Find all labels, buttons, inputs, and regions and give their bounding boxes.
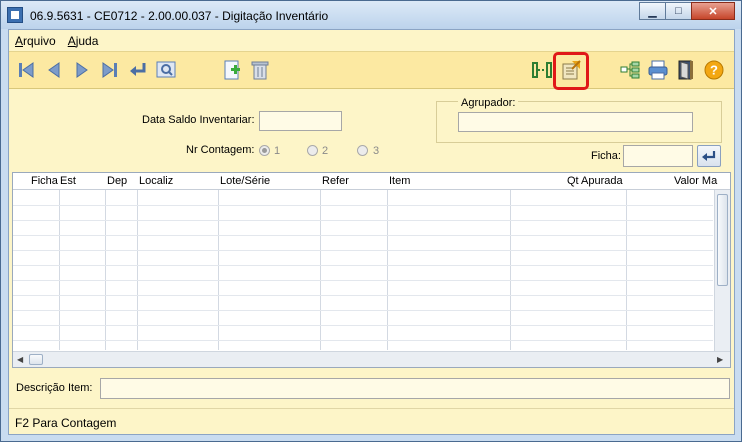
new-record-icon[interactable] [219,57,245,83]
help-icon[interactable]: ? [701,57,727,83]
contagem-option-2: 2 [322,145,329,157]
menu-bar: Arquivo Ajuda [9,30,734,51]
contagem-option-1: 1 [274,145,281,157]
descricao-input[interactable] [100,378,730,399]
status-text: F2 Para Contagem [15,416,117,430]
enter-icon [702,151,716,161]
vertical-scroll-thumb[interactable] [717,194,728,286]
grid-hline [13,235,713,236]
grid-vline [59,190,60,350]
status-bar: F2 Para Contagem [9,408,734,434]
grid-hline [13,325,713,326]
maximize-button[interactable]: □ [665,2,692,20]
menu-ajuda[interactable]: Ajuda [62,30,105,51]
print-icon[interactable] [645,57,671,83]
grid-horizontal-scrollbar[interactable]: ◀ ▶ [13,351,730,367]
window-controls: ▁ □ ✕ [639,2,735,20]
col-ficha[interactable]: Ficha [31,175,58,187]
grid-vline [626,190,627,350]
link-icon[interactable] [529,57,555,83]
grid-hline [13,205,713,206]
contagem-radio-1[interactable] [259,145,270,156]
last-record-icon[interactable] [97,57,123,83]
grid-vline [137,190,138,350]
grid-hline [13,340,713,341]
scroll-left-icon[interactable]: ◀ [17,355,23,364]
agrupador-input[interactable] [458,112,693,132]
toolbar: ? [9,51,734,90]
data-saldo-input[interactable] [259,111,342,131]
agrupador-label: Agrupador: [458,97,519,109]
col-item[interactable]: Item [389,175,410,187]
svg-text:?: ? [710,63,718,78]
grid-header: Ficha Est Dep Localiz Lote/Série Refer I… [13,173,730,190]
data-saldo-label: Data Saldo Inventariar: [142,114,255,126]
grid-hline [13,280,713,281]
col-est[interactable]: Est [60,175,76,187]
title-bar: 06.9.5631 - CE0712 - 2.00.00.037 - Digit… [1,1,741,29]
grid-vline [387,190,388,350]
col-dep[interactable]: Dep [107,175,127,187]
grid-vline [320,190,321,350]
exit-icon[interactable] [673,57,699,83]
inventory-grid: Ficha Est Dep Localiz Lote/Série Refer I… [12,172,731,368]
ficha-input[interactable] [623,145,693,167]
contagem-radio-2[interactable] [307,145,318,156]
highlight-box [553,52,589,90]
ficha-label: Ficha: [591,150,621,162]
contagem-option-3: 3 [373,145,380,157]
minimize-button[interactable]: ▁ [639,2,666,20]
grid-hline [13,295,713,296]
menu-arquivo[interactable]: Arquivo [9,30,62,51]
grid-vline [218,190,219,350]
app-window: 06.9.5631 - CE0712 - 2.00.00.037 - Digit… [0,0,742,442]
nr-contagem-label: Nr Contagem: [186,144,255,156]
return-icon[interactable] [125,57,151,83]
ficha-enter-button[interactable] [697,145,721,167]
grid-vline [510,190,511,350]
col-lote-serie[interactable]: Lote/Série [220,175,270,187]
next-record-icon[interactable] [69,57,95,83]
grid-vline [105,190,106,350]
col-qt-apurada[interactable]: Qt Apurada [567,175,623,187]
window-title: 06.9.5631 - CE0712 - 2.00.00.037 - Digit… [30,9,329,23]
grid-hline [13,220,713,221]
grid-hline [13,265,713,266]
first-record-icon[interactable] [13,57,39,83]
grid-hline [13,310,713,311]
col-refer[interactable]: Refer [322,175,349,187]
col-valor[interactable]: Valor Ma [674,175,717,187]
delete-icon[interactable] [247,57,273,83]
tree-icon[interactable] [617,57,643,83]
client-area: Arquivo Ajuda ? Data Saldo Inventariar: … [8,29,735,435]
grid-hline [13,250,713,251]
contagem-radio-3[interactable] [357,145,368,156]
descricao-label: Descrição Item: [16,382,93,394]
close-button[interactable]: ✕ [691,2,735,20]
zoom-icon[interactable] [153,57,179,83]
grid-vertical-scrollbar[interactable] [714,190,730,351]
scroll-right-icon[interactable]: ▶ [717,355,723,364]
app-icon [7,7,23,23]
horizontal-scroll-thumb[interactable] [29,354,43,365]
col-localiz[interactable]: Localiz [139,175,173,187]
previous-record-icon[interactable] [41,57,67,83]
